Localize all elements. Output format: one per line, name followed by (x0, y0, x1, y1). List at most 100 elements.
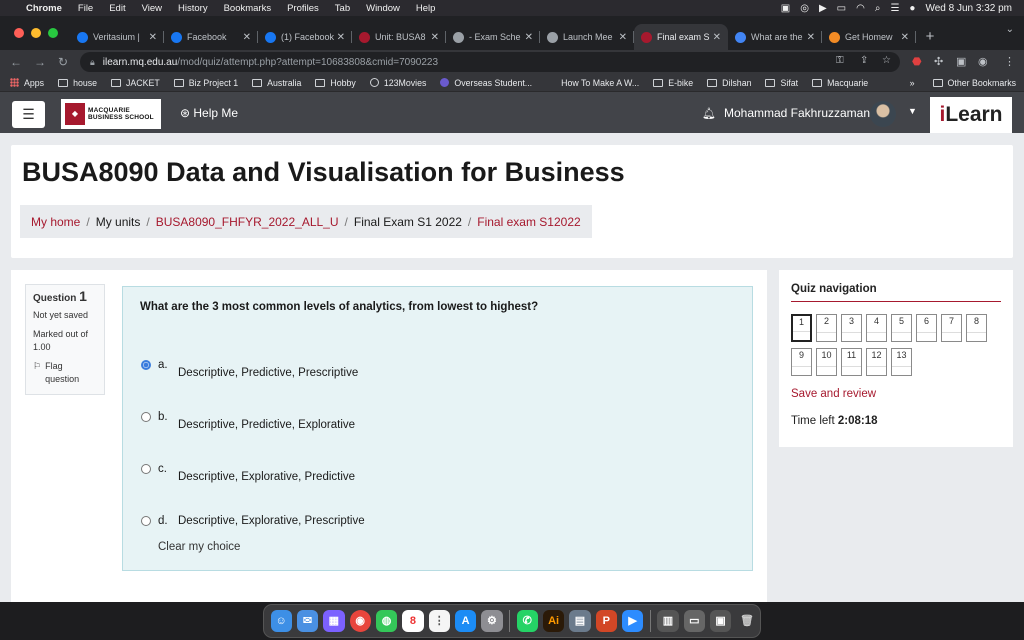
quiz-nav-button[interactable]: 13 (891, 348, 912, 376)
quiz-nav-button[interactable]: 4 (866, 314, 887, 342)
powerpoint-icon[interactable]: P (595, 610, 617, 632)
bookmark-link[interactable]: 123Movies (369, 78, 426, 88)
screenshot-icon[interactable]: ▭ (683, 610, 705, 632)
bookmark-folder[interactable]: E-bike (653, 78, 693, 88)
address-bar[interactable]: 🔒︎ ilearn.mq.edu.au/mod/quiz/attempt.php… (80, 52, 900, 72)
radio-button[interactable] (141, 360, 151, 370)
share-icon[interactable]: ⇪ (860, 55, 868, 66)
hamburger-menu-icon[interactable]: ☰ (12, 101, 45, 128)
quiz-nav-button[interactable]: 10 (816, 348, 837, 376)
bookmark-folder[interactable]: Macquarie (812, 78, 868, 88)
reload-icon[interactable]: ↻ (58, 55, 72, 69)
messages-icon[interactable]: ◍ (375, 610, 398, 632)
preview-icon[interactable]: ▤ (569, 610, 591, 632)
extensions-puzzle-icon[interactable]: ✣ (934, 55, 943, 68)
flag-question[interactable]: ⚐ Flag question (33, 360, 97, 386)
profile-icon[interactable]: ◉ (978, 55, 988, 68)
user-menu[interactable]: 🔔︎ Mohammad Fakhruzzaman (702, 106, 870, 120)
menu-view[interactable]: View (142, 3, 162, 14)
quiz-nav-button[interactable]: 7 (941, 314, 962, 342)
menu-app[interactable]: Chrome (26, 3, 62, 14)
breadcrumb-current[interactable]: Final exam S12022 (477, 215, 580, 229)
close-tab-icon[interactable]: ✕ (337, 32, 345, 43)
bookmark-folder[interactable]: Hobby (315, 78, 356, 88)
browser-tab[interactable]: - Exam Sche ✕ (446, 24, 540, 50)
close-tab-icon[interactable]: ✕ (525, 32, 533, 43)
browser-tab[interactable]: (1) Facebook ✕ (258, 24, 352, 50)
close-tab-icon[interactable]: ✕ (713, 32, 721, 43)
radio-button[interactable] (141, 412, 151, 422)
close-tab-icon[interactable]: ✕ (431, 32, 439, 43)
close-window-button[interactable] (14, 28, 24, 38)
battery-icon[interactable]: ▭ (837, 3, 846, 14)
camera-icon[interactable]: ▣ (781, 3, 790, 14)
breadcrumb-unit[interactable]: BUSA8090_FHFYR_2022_ALL_U (156, 215, 339, 229)
settings-gear-icon[interactable]: ⚙ (481, 610, 503, 632)
bookmark-folder[interactable]: Dilshan (707, 78, 751, 88)
control-center-icon[interactable]: ☰ (890, 3, 899, 14)
answer-option-d[interactable]: d. Descriptive, Explorative, Prescriptiv… (141, 515, 365, 527)
bookmark-apps[interactable]: Apps (10, 78, 44, 88)
more-bookmarks-chevron[interactable]: » (910, 78, 915, 88)
breadcrumb-my-units[interactable]: My units (96, 215, 141, 229)
spotlight-icon[interactable]: ⌕ (875, 3, 881, 14)
avatar[interactable] (870, 101, 896, 127)
browser-tab[interactable]: What are the ✕ (728, 24, 822, 50)
bookmark-folder[interactable]: Sifat (765, 78, 798, 88)
bookmark-link[interactable]: Overseas Student... (440, 78, 532, 88)
trash-icon[interactable]: 🗑︎ (736, 610, 757, 632)
new-tab-button[interactable]: + (916, 24, 944, 50)
radio-button[interactable] (141, 516, 151, 526)
menu-file[interactable]: File (78, 3, 93, 14)
kebab-menu-icon[interactable]: ⋮ (1004, 55, 1015, 68)
quiz-nav-button[interactable]: 6 (916, 314, 937, 342)
wifi-icon[interactable]: ◠ (856, 3, 865, 14)
browser-tab[interactable]: Final exam S ✕ (634, 24, 728, 50)
launchpad-icon[interactable]: ▦ (323, 610, 345, 632)
bookmark-folder[interactable]: JACKET (111, 78, 160, 88)
finder-icon[interactable]: ☺ (270, 610, 292, 632)
lock-icon[interactable]: 🔒︎ (90, 57, 95, 68)
menu-bookmarks[interactable]: Bookmarks (224, 3, 272, 14)
other-bookmarks[interactable]: Other Bookmarks (932, 78, 1016, 88)
quiz-nav-button[interactable]: 11 (841, 348, 862, 376)
bell-icon[interactable]: 🔔︎ (702, 107, 716, 120)
app-store-icon[interactable]: A (454, 610, 477, 632)
flag-icon[interactable]: ⚐ (33, 360, 41, 386)
bookmark-link[interactable]: How To Make A W... (546, 78, 639, 88)
quiz-nav-button[interactable]: 1 (791, 314, 812, 342)
sidepanel-icon[interactable]: ▣ (956, 55, 966, 68)
browser-tab[interactable]: Facebook ✕ (164, 24, 258, 50)
menu-profiles[interactable]: Profiles (287, 3, 319, 14)
tab-search-chevron-icon[interactable]: ⌄ (1006, 24, 1014, 35)
forward-arrow-icon[interactable]: → (34, 55, 48, 69)
bookmark-folder[interactable]: Australia (252, 78, 301, 88)
radio-button[interactable] (141, 464, 151, 474)
close-tab-icon[interactable]: ✕ (619, 32, 627, 43)
cc-icon[interactable]: ◎ (800, 3, 809, 14)
quiz-nav-button[interactable]: 8 (966, 314, 987, 342)
ilearn-logo[interactable]: iLearn (930, 97, 1012, 133)
quiz-nav-button[interactable]: 9 (791, 348, 812, 376)
close-tab-icon[interactable]: ✕ (901, 32, 909, 43)
caret-down-icon[interactable]: ▼ (908, 106, 917, 116)
play-icon[interactable]: ▶ (819, 3, 827, 14)
clear-choice-link[interactable]: Clear my choice (158, 541, 240, 553)
macquarie-logo[interactable]: ◆ MACQUARIE BUSINESS SCHOOL (61, 99, 161, 129)
clock-text[interactable]: Wed 8 Jun 3:32 pm (925, 3, 1012, 14)
quiz-nav-button[interactable]: 2 (816, 314, 837, 342)
breadcrumb-section[interactable]: Final Exam S1 2022 (354, 215, 462, 229)
siri-icon[interactable]: ● (909, 3, 915, 14)
close-tab-icon[interactable]: ✕ (149, 32, 157, 43)
extension-shield-icon[interactable]: ⬣ (912, 55, 922, 68)
whatsapp-icon[interactable]: ✆ (516, 610, 538, 632)
illustrator-icon[interactable]: Ai (542, 610, 565, 632)
menu-window[interactable]: Window (366, 3, 400, 14)
mail-icon[interactable]: ✉ (296, 610, 319, 632)
answer-option-b[interactable]: b. Descriptive, Predictive, Explorative (141, 411, 355, 431)
menu-help[interactable]: Help (416, 3, 436, 14)
zoom-icon[interactable]: ▶ (621, 610, 644, 632)
browser-tab[interactable]: Get Homew ✕ (822, 24, 916, 50)
quiz-nav-button[interactable]: 12 (866, 348, 887, 376)
downloads-icon[interactable]: ▥ (657, 610, 679, 632)
